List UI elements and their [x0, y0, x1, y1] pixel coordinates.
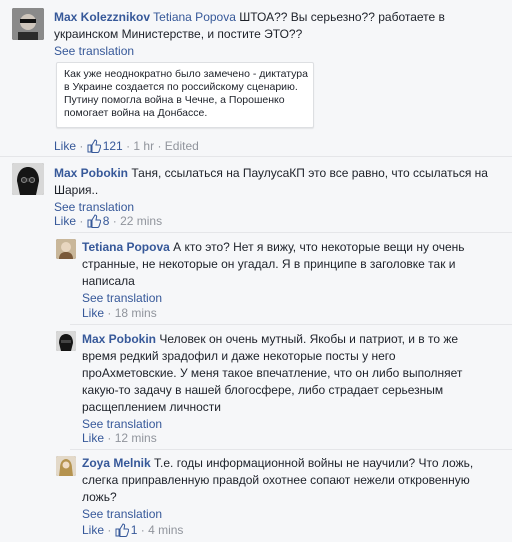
thumbs-up-icon	[87, 214, 101, 231]
mention-link[interactable]: Tetiana Popova	[153, 10, 236, 24]
quoted-text: Как уже неоднократно было замечено - дик…	[64, 68, 308, 119]
comment-body: Max Kolezznikov Tetiana Popova ШТОА?? Вы…	[54, 9, 494, 60]
divider	[0, 156, 512, 157]
thumbs-up-icon	[87, 139, 101, 156]
reply-body: Tetiana Popova А кто это? Нет я вижу, чт…	[82, 239, 490, 307]
separator: ·	[157, 139, 162, 153]
reply-actions: Like · 1 · 4 mins	[82, 523, 183, 540]
like-button[interactable]: Like	[82, 431, 104, 445]
timestamp[interactable]: 22 mins	[120, 214, 162, 228]
see-translation-link[interactable]: See translation	[82, 506, 490, 523]
author-name[interactable]: Max Pobokin	[82, 332, 156, 346]
separator: ·	[126, 139, 131, 153]
avatar[interactable]	[56, 239, 76, 259]
reply-body: Zoya Melnik Т.е. годы информационной вой…	[82, 455, 490, 523]
author-name[interactable]: Max Pobokin	[54, 166, 128, 180]
like-button[interactable]: Like	[82, 523, 104, 537]
separator: ·	[79, 214, 84, 228]
author-name[interactable]: Tetiana Popova	[82, 240, 170, 254]
comment-body: Max Pobokin Таня, ссылаться на ПаулусаКП…	[54, 165, 494, 216]
divider	[70, 324, 512, 325]
reply-actions: Like · 12 mins	[82, 431, 157, 445]
like-button[interactable]: Like	[54, 139, 76, 153]
edited-label[interactable]: Edited	[165, 139, 199, 153]
like-count[interactable]: 121	[103, 139, 123, 153]
quoted-image[interactable]: Как уже неоднократно было замечено - дик…	[56, 62, 314, 128]
avatar[interactable]	[56, 331, 76, 351]
like-button[interactable]: Like	[54, 214, 76, 228]
like-count[interactable]: 1	[131, 523, 138, 537]
timestamp[interactable]: 12 mins	[115, 431, 157, 445]
timestamp[interactable]: 18 mins	[115, 306, 157, 320]
timestamp[interactable]: 1 hr	[133, 139, 154, 153]
avatar[interactable]	[12, 8, 44, 40]
like-button[interactable]: Like	[82, 306, 104, 320]
thumbs-up-icon	[115, 523, 129, 540]
separator: ·	[140, 523, 145, 537]
separator: ·	[107, 523, 112, 537]
comment-actions: Like · 8 · 22 mins	[54, 214, 162, 231]
divider	[70, 449, 512, 450]
see-translation-link[interactable]: See translation	[82, 290, 490, 307]
reply-actions: Like · 18 mins	[82, 306, 157, 320]
author-name[interactable]: Max Kolezznikov	[54, 10, 150, 24]
comment-actions: Like · 121 · 1 hr · Edited	[54, 139, 199, 156]
separator: ·	[112, 214, 117, 228]
separator: ·	[107, 306, 112, 320]
avatar[interactable]	[12, 163, 44, 195]
like-count[interactable]: 8	[103, 214, 110, 228]
reply-body: Max Pobokin Человек он очень мутный. Яко…	[82, 331, 490, 433]
separator: ·	[107, 431, 112, 445]
author-name[interactable]: Zoya Melnik	[82, 456, 151, 470]
separator: ·	[79, 139, 84, 153]
avatar[interactable]	[56, 456, 76, 476]
divider	[70, 232, 512, 233]
see-translation-link[interactable]: See translation	[54, 43, 494, 60]
timestamp[interactable]: 4 mins	[148, 523, 183, 537]
